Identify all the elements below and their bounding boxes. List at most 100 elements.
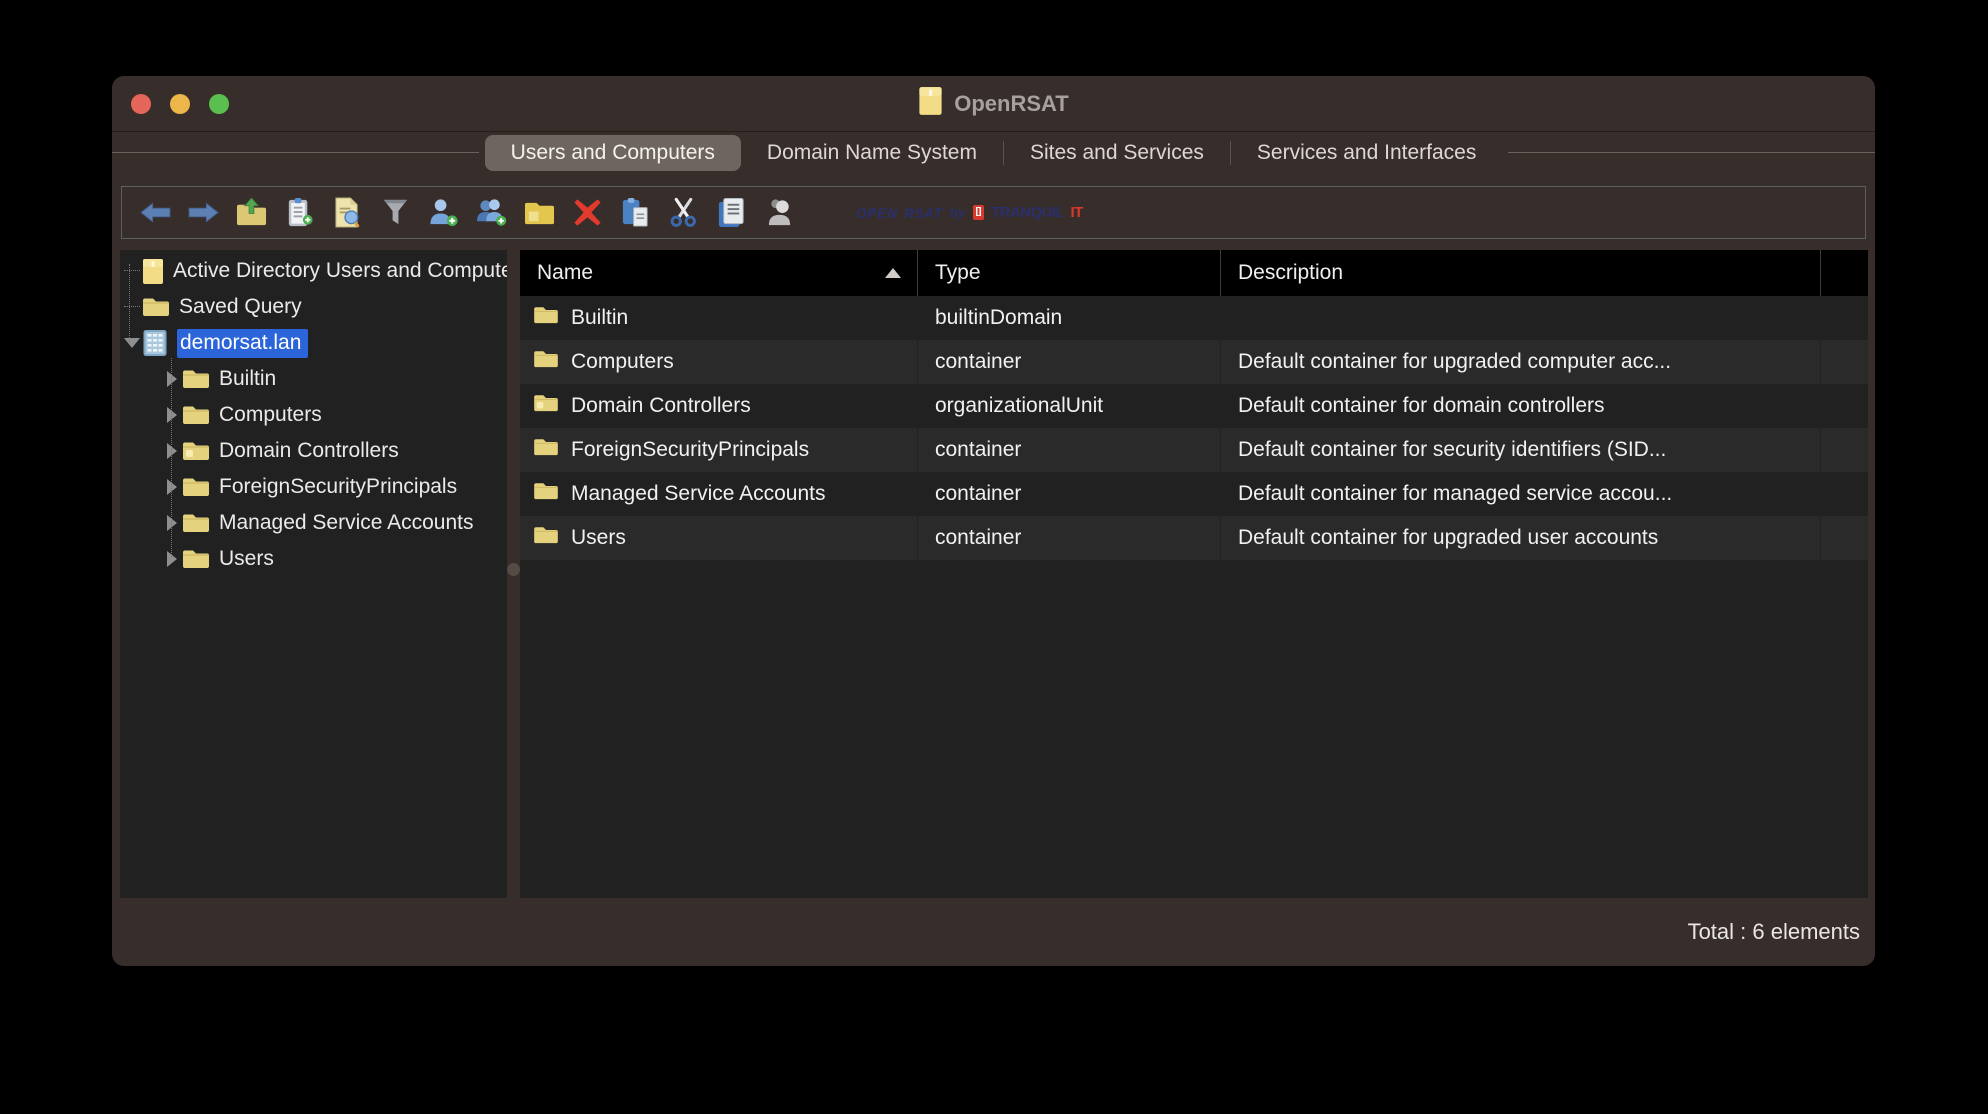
table-row-builtin[interactable]: Builtin builtinDomain [520, 296, 1868, 340]
splitter-handle[interactable] [507, 563, 520, 576]
panel-splitter[interactable] [507, 250, 520, 898]
column-header-label: Name [537, 261, 593, 285]
tree-branch-stub [124, 270, 140, 272]
column-header-description[interactable]: Description [1220, 250, 1820, 296]
paste-button[interactable] [620, 197, 651, 228]
brand-company-text: TRANQUIL [991, 204, 1065, 221]
cell-filler [1820, 516, 1868, 560]
tab-label: Users and Computers [511, 141, 715, 164]
tree-item-demorsat-domain[interactable]: demorsat.lan [120, 325, 507, 361]
cell-type: container [917, 516, 1220, 560]
column-header-name[interactable]: Name [520, 250, 917, 296]
new-folder-button[interactable] [524, 197, 555, 228]
cell-text: Computers [571, 350, 674, 374]
cell-text: Default container for security identifie… [1238, 438, 1666, 462]
expander-expand-icon[interactable] [162, 371, 182, 387]
brand-open-text: OPEN [856, 205, 898, 221]
brand-company-accent-text: IT [1070, 204, 1082, 221]
tab-label: Domain Name System [767, 141, 977, 164]
folder-icon [533, 481, 559, 507]
cell-description: Default container for domain controllers [1220, 384, 1820, 428]
cell-type: container [917, 340, 1220, 384]
tree-item-saved-query[interactable]: Saved Query [120, 289, 507, 325]
cell-description [1220, 296, 1820, 340]
search-document-icon [332, 197, 363, 228]
cell-name: Domain Controllers [520, 384, 917, 428]
tab-users-and-computers[interactable]: Users and Computers [485, 135, 741, 171]
tree-item-builtin[interactable]: Builtin [120, 361, 507, 397]
folder-ou-icon [533, 393, 559, 419]
user-button[interactable] [764, 197, 795, 228]
directory-tree: Active Directory Users and Computers Sav… [120, 250, 507, 577]
folder-icon [533, 305, 559, 331]
delete-button[interactable] [572, 197, 603, 228]
expander-collapse-icon[interactable] [122, 338, 142, 348]
column-header-type[interactable]: Type [917, 250, 1220, 296]
table-row-computers[interactable]: Computers container Default container fo… [520, 340, 1868, 384]
tab-services-and-interfaces[interactable]: Services and Interfaces [1231, 135, 1502, 171]
titlebar[interactable]: OpenRSAT [112, 76, 1875, 132]
folder-icon [182, 404, 210, 426]
tree-item-label: Users [219, 547, 274, 571]
forward-button[interactable] [188, 197, 219, 228]
tab-domain-name-system[interactable]: Domain Name System [741, 135, 1003, 171]
cell-text: Default container for upgraded computer … [1238, 350, 1671, 374]
table-row-managed-service-accounts[interactable]: Managed Service Accounts container Defau… [520, 472, 1868, 516]
add-group-button[interactable] [476, 197, 507, 228]
cell-text: Default container for managed service ac… [1238, 482, 1672, 506]
tree-item-label: Active Directory Users and Computers [173, 259, 507, 283]
tree-item-label: ForeignSecurityPrincipals [219, 475, 457, 499]
app-note-icon [918, 86, 943, 121]
cell-text: container [935, 438, 1021, 462]
export-folder-button[interactable] [236, 197, 267, 228]
cell-name: Computers [520, 340, 917, 384]
cell-filler [1820, 296, 1868, 340]
delete-icon [572, 197, 603, 228]
openrsat-window: OpenRSAT Users and Computers Domain Name… [112, 76, 1875, 966]
report-list-button[interactable] [284, 197, 315, 228]
tab-sites-and-services[interactable]: Sites and Services [1004, 135, 1230, 171]
cell-type: builtinDomain [917, 296, 1220, 340]
expander-expand-icon[interactable] [162, 443, 182, 459]
tree-item-label: Builtin [219, 367, 276, 391]
add-group-icon [476, 197, 507, 228]
expander-expand-icon[interactable] [162, 479, 182, 495]
properties-button[interactable] [716, 197, 747, 228]
tab-label: Sites and Services [1030, 141, 1204, 164]
expander-expand-icon[interactable] [162, 407, 182, 423]
add-user-button[interactable] [428, 197, 459, 228]
table-row-domain-controllers[interactable]: Domain Controllers organizationalUnit De… [520, 384, 1868, 428]
search-document-button[interactable] [332, 197, 363, 228]
table-header: Name Type Description [520, 250, 1868, 296]
tree-item-computers[interactable]: Computers [120, 397, 507, 433]
cell-filler [1820, 340, 1868, 384]
properties-icon [716, 197, 747, 228]
tree-item-foreign-security-principals[interactable]: ForeignSecurityPrincipals [120, 469, 507, 505]
cell-text: Managed Service Accounts [571, 482, 825, 506]
back-button[interactable] [140, 197, 171, 228]
expander-expand-icon[interactable] [162, 551, 182, 567]
tab-strip: Users and Computers Domain Name System S… [479, 135, 1509, 171]
user-icon [764, 197, 795, 228]
tree-item-domain-controllers[interactable]: Domain Controllers [120, 433, 507, 469]
status-bar: Total : 6 elements [112, 898, 1875, 966]
cell-text: builtinDomain [935, 306, 1062, 330]
tree-item-managed-service-accounts[interactable]: Managed Service Accounts [120, 505, 507, 541]
table-row-users[interactable]: Users container Default container for up… [520, 516, 1868, 560]
tranquil-it-brand-logo: OPEN RSAT by TRANQUIL IT [856, 204, 1083, 221]
expander-expand-icon[interactable] [162, 515, 182, 531]
cell-text: organizationalUnit [935, 394, 1103, 418]
folder-ou-icon [182, 440, 210, 462]
folder-icon [182, 368, 210, 390]
cell-description: Default container for managed service ac… [1220, 472, 1820, 516]
tree-item-users[interactable]: Users [120, 541, 507, 577]
filter-button[interactable] [380, 197, 411, 228]
tree-item-active-directory-root[interactable]: Active Directory Users and Computers [120, 253, 507, 289]
table-row-foreign-security-principals[interactable]: ForeignSecurityPrincipals container Defa… [520, 428, 1868, 472]
cut-button[interactable] [668, 197, 699, 228]
export-folder-icon [236, 197, 267, 228]
column-header-label: Type [935, 261, 981, 285]
cell-text: Domain Controllers [571, 394, 751, 418]
tree-item-label: Domain Controllers [219, 439, 399, 463]
tree-item-label-selected: demorsat.lan [177, 329, 308, 358]
